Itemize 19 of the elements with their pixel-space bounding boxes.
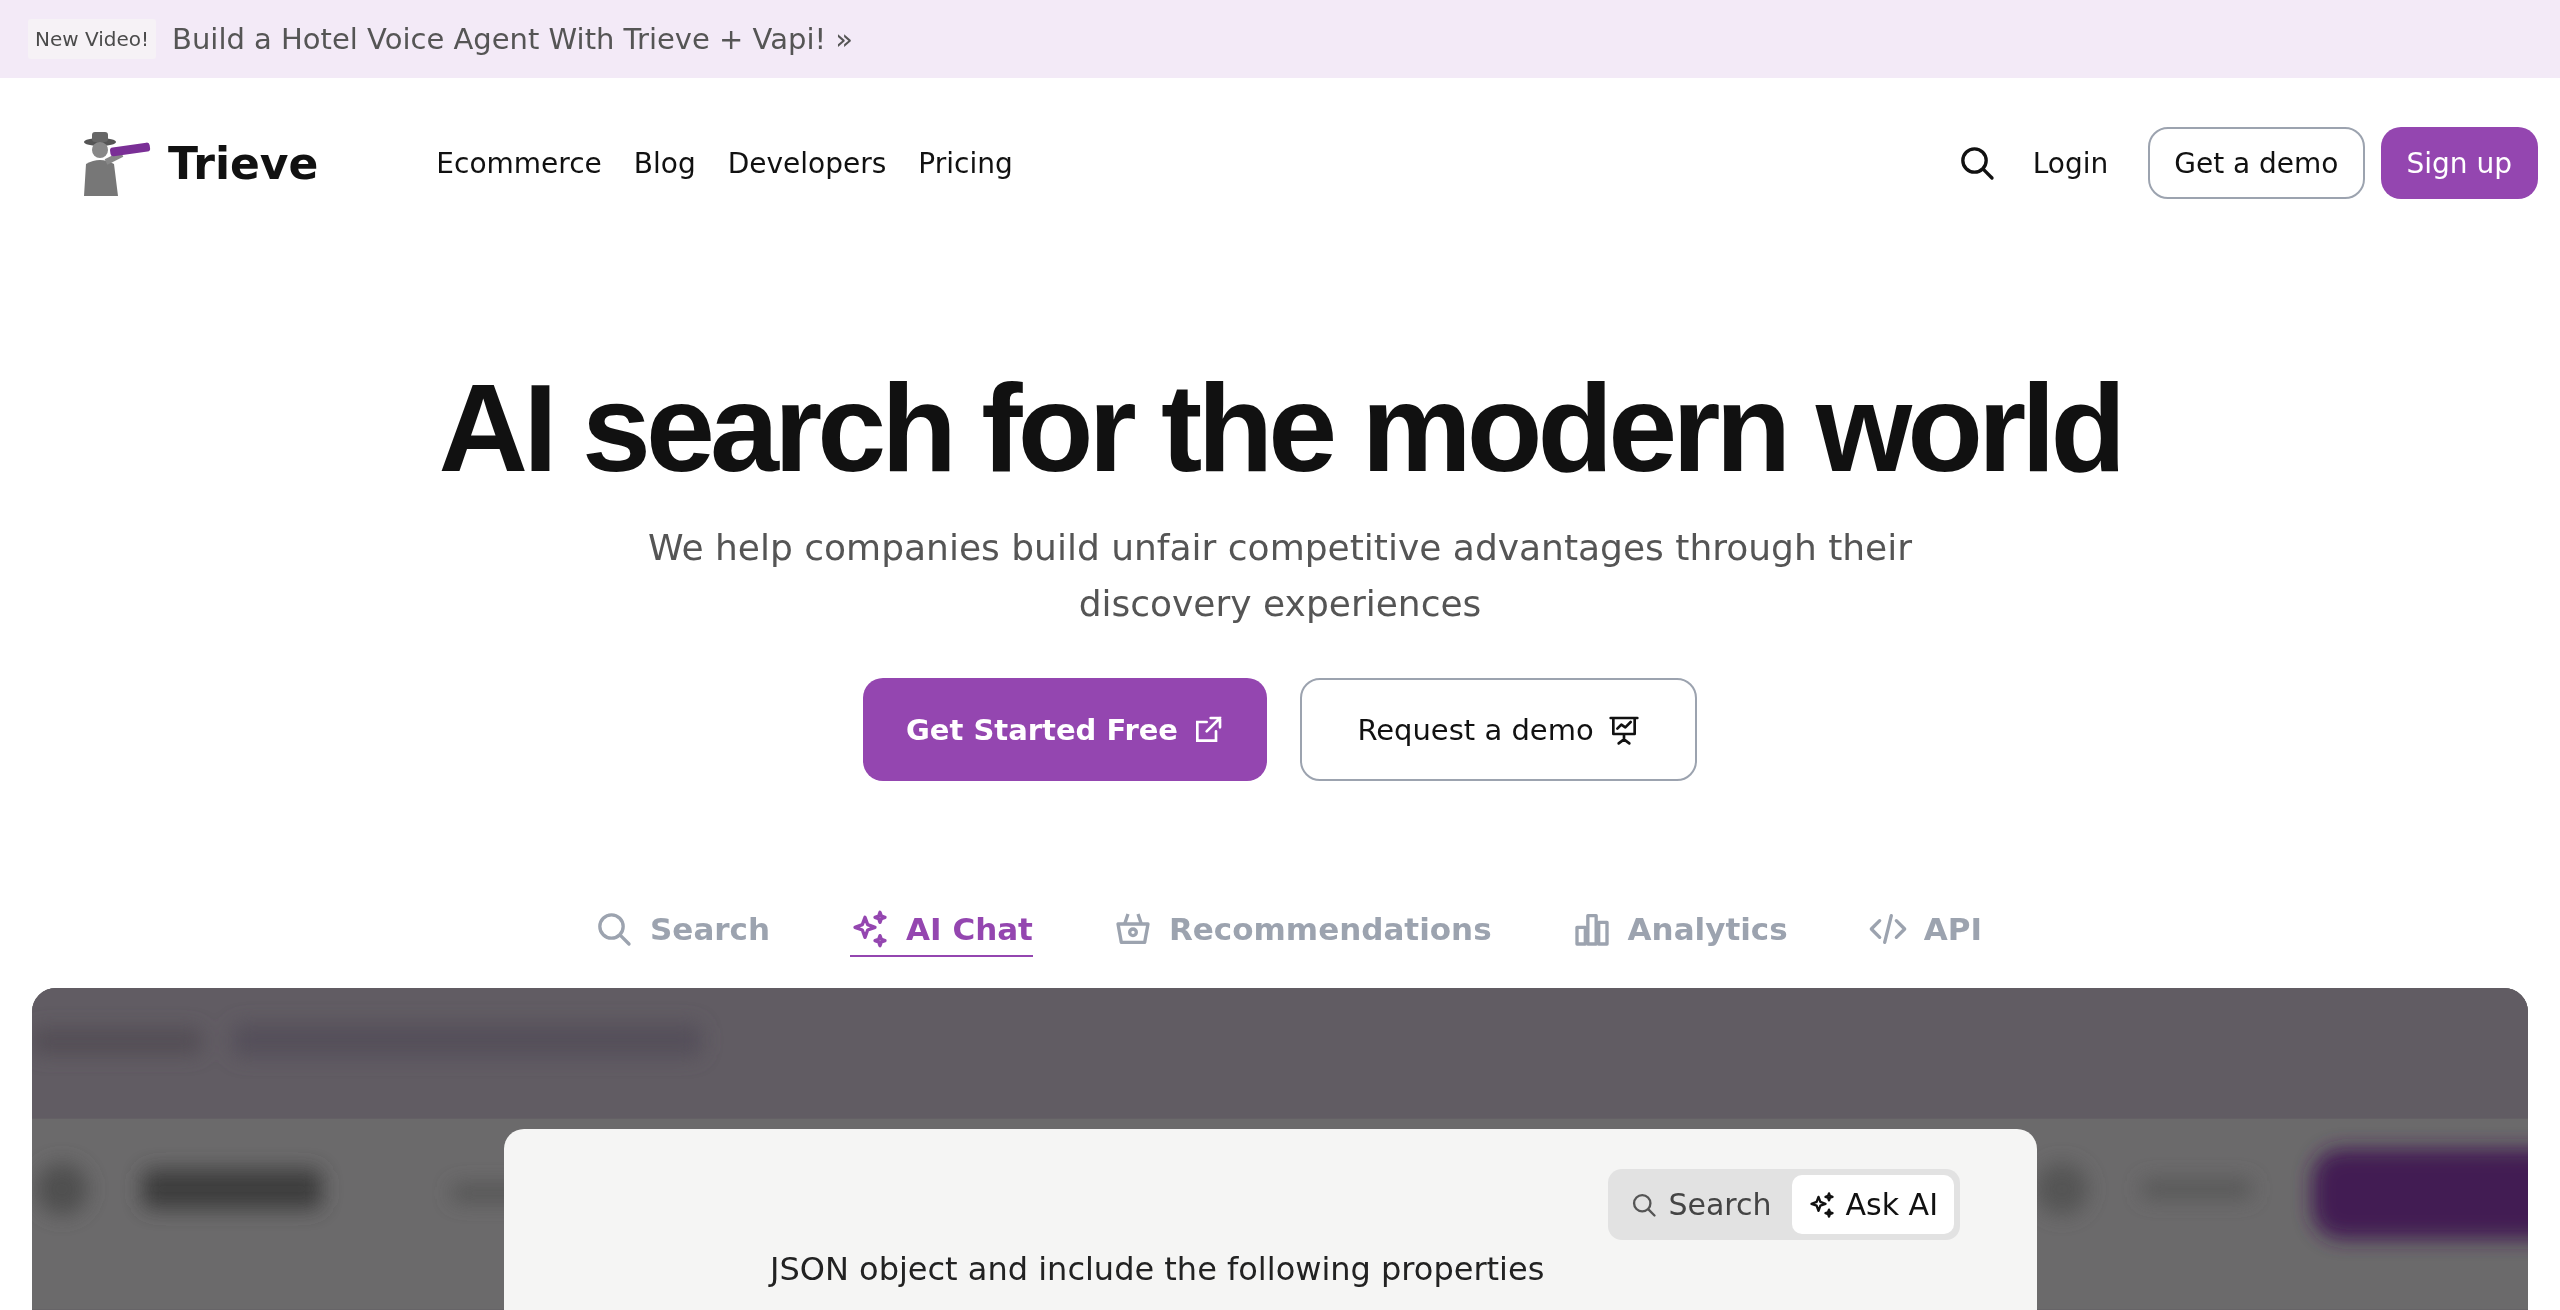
announcement-link[interactable]: Build a Hotel Voice Agent With Trieve + Vapi! » (172, 22, 854, 56)
get-demo-button[interactable]: Get a demo (2148, 127, 2365, 199)
brand-name[interactable]: Trieve (168, 137, 319, 189)
login-link[interactable]: Login (2032, 146, 2109, 180)
request-demo-button[interactable]: Request a demo (1300, 678, 1697, 782)
mode-option[interactable]: Search (1614, 1175, 1788, 1235)
nav-link[interactable]: Pricing (918, 146, 1013, 180)
nav-link[interactable]: Developers (727, 146, 887, 180)
nav-link[interactable]: Ecommerce (436, 146, 602, 180)
sign-up-button[interactable]: Sign up (2380, 127, 2538, 199)
sparkle-icon (1807, 1190, 1836, 1219)
chat-text: JSON object and include the following properties (770, 1250, 1545, 1289)
hero-subtitle: We help companies build unfair competitive advantages through their discovery experiences (646, 526, 1914, 627)
get-started-button[interactable]: Get Started Free (863, 678, 1267, 782)
feature-tab[interactable]: AI Chat (850, 909, 1033, 958)
announcement-badge: New Video! (28, 19, 157, 59)
mode-option[interactable]: Ask AI (1791, 1175, 1954, 1235)
nav-link[interactable]: Blog (633, 146, 696, 180)
hero-title: AI search for the modern world (438, 360, 2122, 497)
